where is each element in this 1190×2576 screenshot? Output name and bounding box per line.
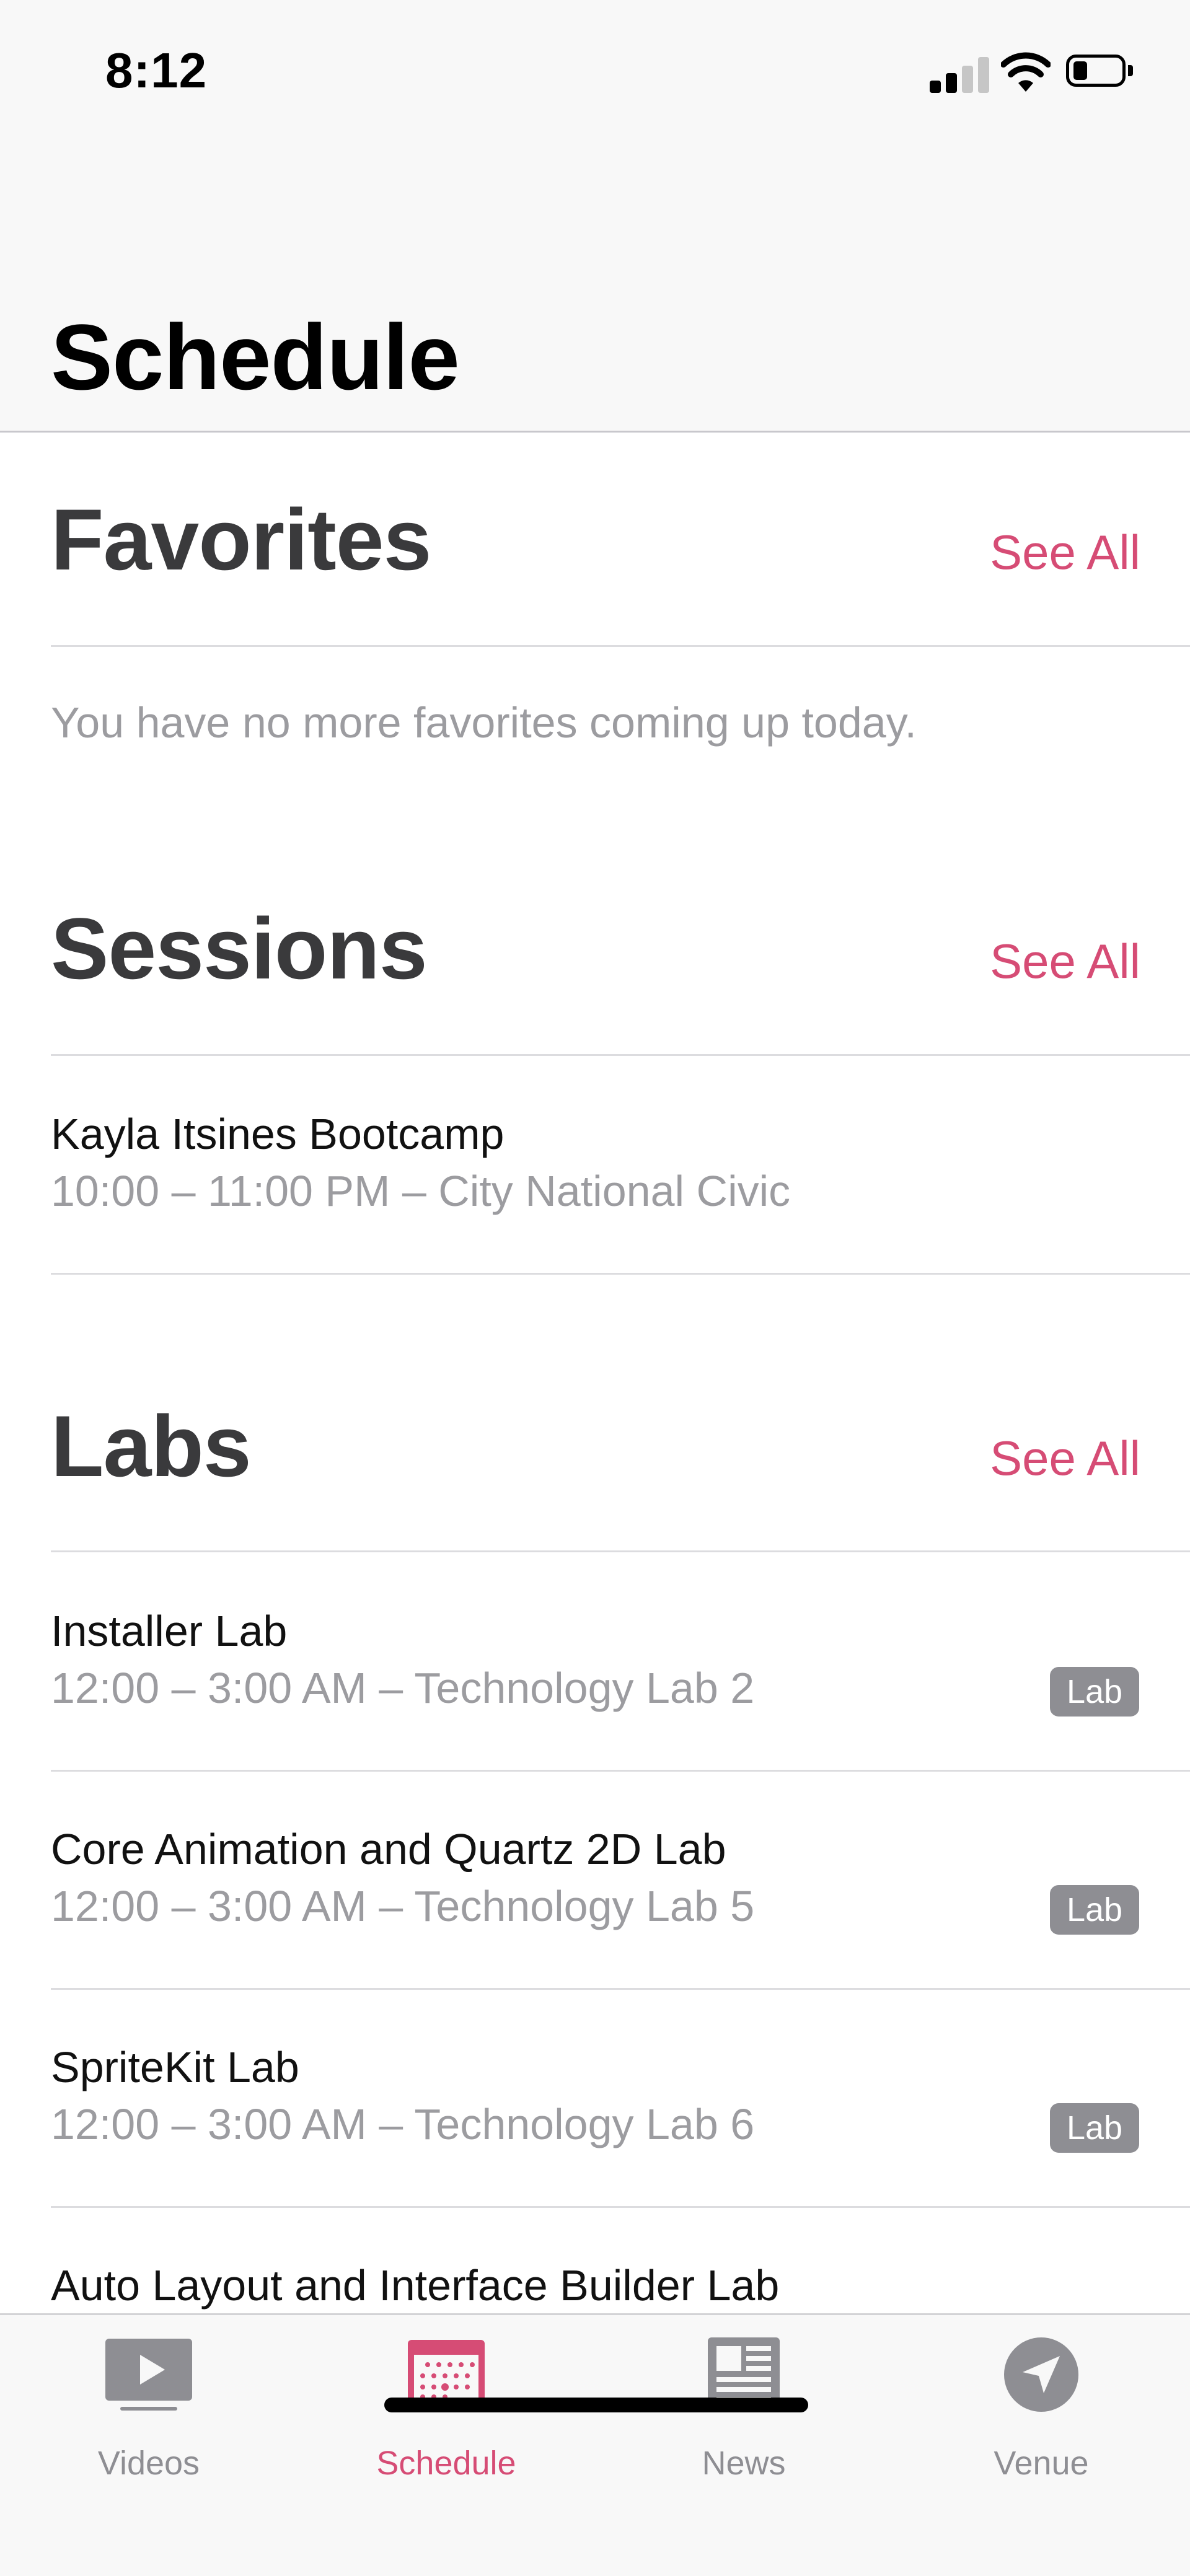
divider (51, 645, 1190, 647)
cellular-signal-icon (930, 55, 989, 93)
divider (51, 1988, 1190, 1990)
tab-videos[interactable]: Videos (0, 2337, 298, 2486)
session-title: Kayla Itsines Bootcamp (51, 1110, 505, 1158)
lab-subtitle: 12:00 – 3:00 AM – Technology Lab 2 (51, 1664, 755, 1712)
divider (51, 2206, 1190, 2208)
tab-label: Venue (994, 2445, 1089, 2482)
tab-label: News (702, 2445, 786, 2482)
status-bar: 8:12 (0, 0, 1190, 149)
divider (51, 1273, 1190, 1275)
play-video-icon (105, 2339, 192, 2411)
wifi-icon (1001, 52, 1051, 92)
divider (51, 1054, 1190, 1056)
divider (51, 1550, 1190, 1552)
lab-badge: Lab (1050, 2103, 1139, 2153)
sessions-see-all-button[interactable]: See All (990, 933, 1140, 990)
section-title-favorites: Favorites (51, 491, 431, 588)
home-indicator[interactable] (384, 2398, 808, 2412)
lab-subtitle: 12:00 – 3:00 AM – Technology Lab 6 (51, 2100, 755, 2148)
favorites-empty-message: You have no more favorites coming up tod… (51, 698, 917, 747)
tab-venue[interactable]: Venue (892, 2337, 1190, 2486)
tab-label: Videos (97, 2445, 200, 2482)
location-arrow-icon (1004, 2337, 1078, 2412)
lab-title: Auto Layout and Interface Builder Lab (51, 2261, 780, 2310)
lab-title: SpriteKit Lab (51, 2043, 299, 2091)
lab-badge: Lab (1050, 1667, 1139, 1717)
lab-title: Core Animation and Quartz 2D Lab (51, 1825, 726, 1873)
divider (51, 1770, 1190, 1772)
battery-icon (1066, 55, 1134, 89)
page-title: Schedule (51, 305, 460, 409)
status-time: 8:12 (105, 43, 208, 98)
favorites-see-all-button[interactable]: See All (990, 524, 1140, 581)
lab-badge: Lab (1050, 1885, 1139, 1935)
session-subtitle: 10:00 – 11:00 PM – City National Civic (51, 1167, 791, 1215)
schedule-list[interactable]: Favorites See All You have no more favor… (0, 433, 1190, 2313)
tab-label: Schedule (376, 2445, 516, 2482)
labs-see-all-button[interactable]: See All (990, 1430, 1140, 1487)
navigation-bar: Schedule (0, 149, 1190, 433)
tab-bar: Videos Schedule News Venue (0, 2313, 1190, 2576)
section-title-sessions: Sessions (51, 900, 428, 997)
lab-title: Installer Lab (51, 1607, 288, 1655)
section-title-labs: Labs (51, 1397, 252, 1495)
lab-subtitle: 12:00 – 3:00 AM – Technology Lab 5 (51, 1882, 755, 1930)
